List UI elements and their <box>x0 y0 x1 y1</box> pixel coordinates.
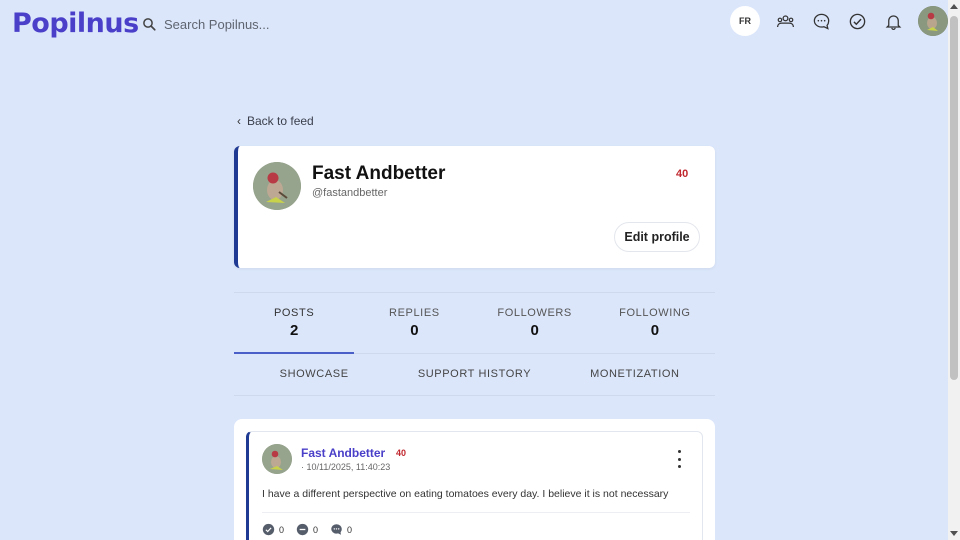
search-input[interactable] <box>164 16 354 32</box>
stat-value: 0 <box>410 322 419 339</box>
check-circle-icon <box>262 523 275 536</box>
stat-value: 0 <box>530 322 539 339</box>
stat-value: 0 <box>650 322 660 339</box>
minus-circle-icon <box>296 523 309 536</box>
messages-icon[interactable] <box>810 10 832 32</box>
agree-button[interactable]: 0 <box>262 523 284 536</box>
post-card[interactable]: Fast Andbetter 40 · 10/11/2025, 11:40:23… <box>246 431 703 540</box>
post-actions: 0 0 0 <box>262 523 364 536</box>
language-button[interactable]: FR <box>730 6 760 36</box>
post-author-name[interactable]: Fast Andbetter <box>301 446 385 460</box>
profile-card: Fast Andbetter @fastandbetter 40 Edit pr… <box>234 146 715 268</box>
tab-posts[interactable]: POSTS 2 <box>234 293 355 354</box>
more-options-icon[interactable] <box>673 450 685 468</box>
profile-subtabs: SHOWCASE SUPPORT HISTORY MONETIZATION <box>234 354 715 396</box>
stat-label: REPLIES <box>389 307 440 319</box>
tasks-check-icon[interactable] <box>846 10 868 32</box>
chevron-left-icon: ‹ <box>237 114 241 128</box>
edit-profile-button[interactable]: Edit profile <box>614 222 700 252</box>
posts-container: Fast Andbetter 40 · 10/11/2025, 11:40:23… <box>234 419 715 540</box>
scroll-up-arrow-icon[interactable] <box>950 4 958 9</box>
comment-icon <box>331 524 342 535</box>
comment-count: 0 <box>347 524 353 535</box>
profile-stats-tabs: POSTS 2 REPLIES 0 FOLLOWERS 0 FOLLOWING … <box>234 292 715 354</box>
post-divider <box>262 512 690 513</box>
tab-support-history[interactable]: SUPPORT HISTORY <box>394 354 554 395</box>
scroll-thumb[interactable] <box>950 16 958 380</box>
stat-label: FOLLOWING <box>619 307 691 319</box>
search-icon <box>143 17 156 31</box>
stat-label: POSTS <box>273 307 315 319</box>
community-icon[interactable] <box>774 10 796 32</box>
search-bar[interactable] <box>142 13 362 35</box>
back-to-feed-link[interactable]: ‹ Back to feed <box>237 114 314 128</box>
profile-score-badge: 40 <box>676 168 689 180</box>
tab-replies[interactable]: REPLIES 0 <box>354 293 474 353</box>
post-timestamp: · 10/11/2025, 11:40:23 <box>301 462 391 472</box>
user-avatar[interactable] <box>918 6 948 36</box>
tab-following[interactable]: FOLLOWING 0 <box>595 293 715 353</box>
agree-count: 0 <box>279 524 285 535</box>
stat-label: FOLLOWERS <box>497 307 572 319</box>
profile-avatar <box>253 162 301 210</box>
disagree-button[interactable]: 0 <box>296 523 318 536</box>
tab-followers[interactable]: FOLLOWERS 0 <box>475 293 595 353</box>
scroll-down-arrow-icon[interactable] <box>950 531 958 536</box>
post-score-badge: 40 <box>396 448 407 458</box>
profile-name: Fast Andbetter <box>312 163 446 184</box>
tab-monetization[interactable]: MONETIZATION <box>555 354 715 395</box>
profile-handle: @fastandbetter <box>312 187 388 199</box>
tab-showcase[interactable]: SHOWCASE <box>234 354 394 395</box>
post-author-avatar[interactable] <box>262 444 292 474</box>
header-actions: FR <box>730 6 948 36</box>
app-logo[interactable]: Popilnus <box>12 8 139 39</box>
comment-button[interactable]: 0 <box>330 523 352 536</box>
notifications-bell-icon[interactable] <box>882 10 904 32</box>
stat-value: 2 <box>289 322 299 339</box>
top-bar: Popilnus FR <box>0 0 948 48</box>
disagree-count: 0 <box>313 524 319 535</box>
page-scrollbar[interactable] <box>948 0 960 540</box>
back-link-label: Back to feed <box>247 114 314 128</box>
post-body-text: I have a different perspective on eating… <box>262 488 669 500</box>
